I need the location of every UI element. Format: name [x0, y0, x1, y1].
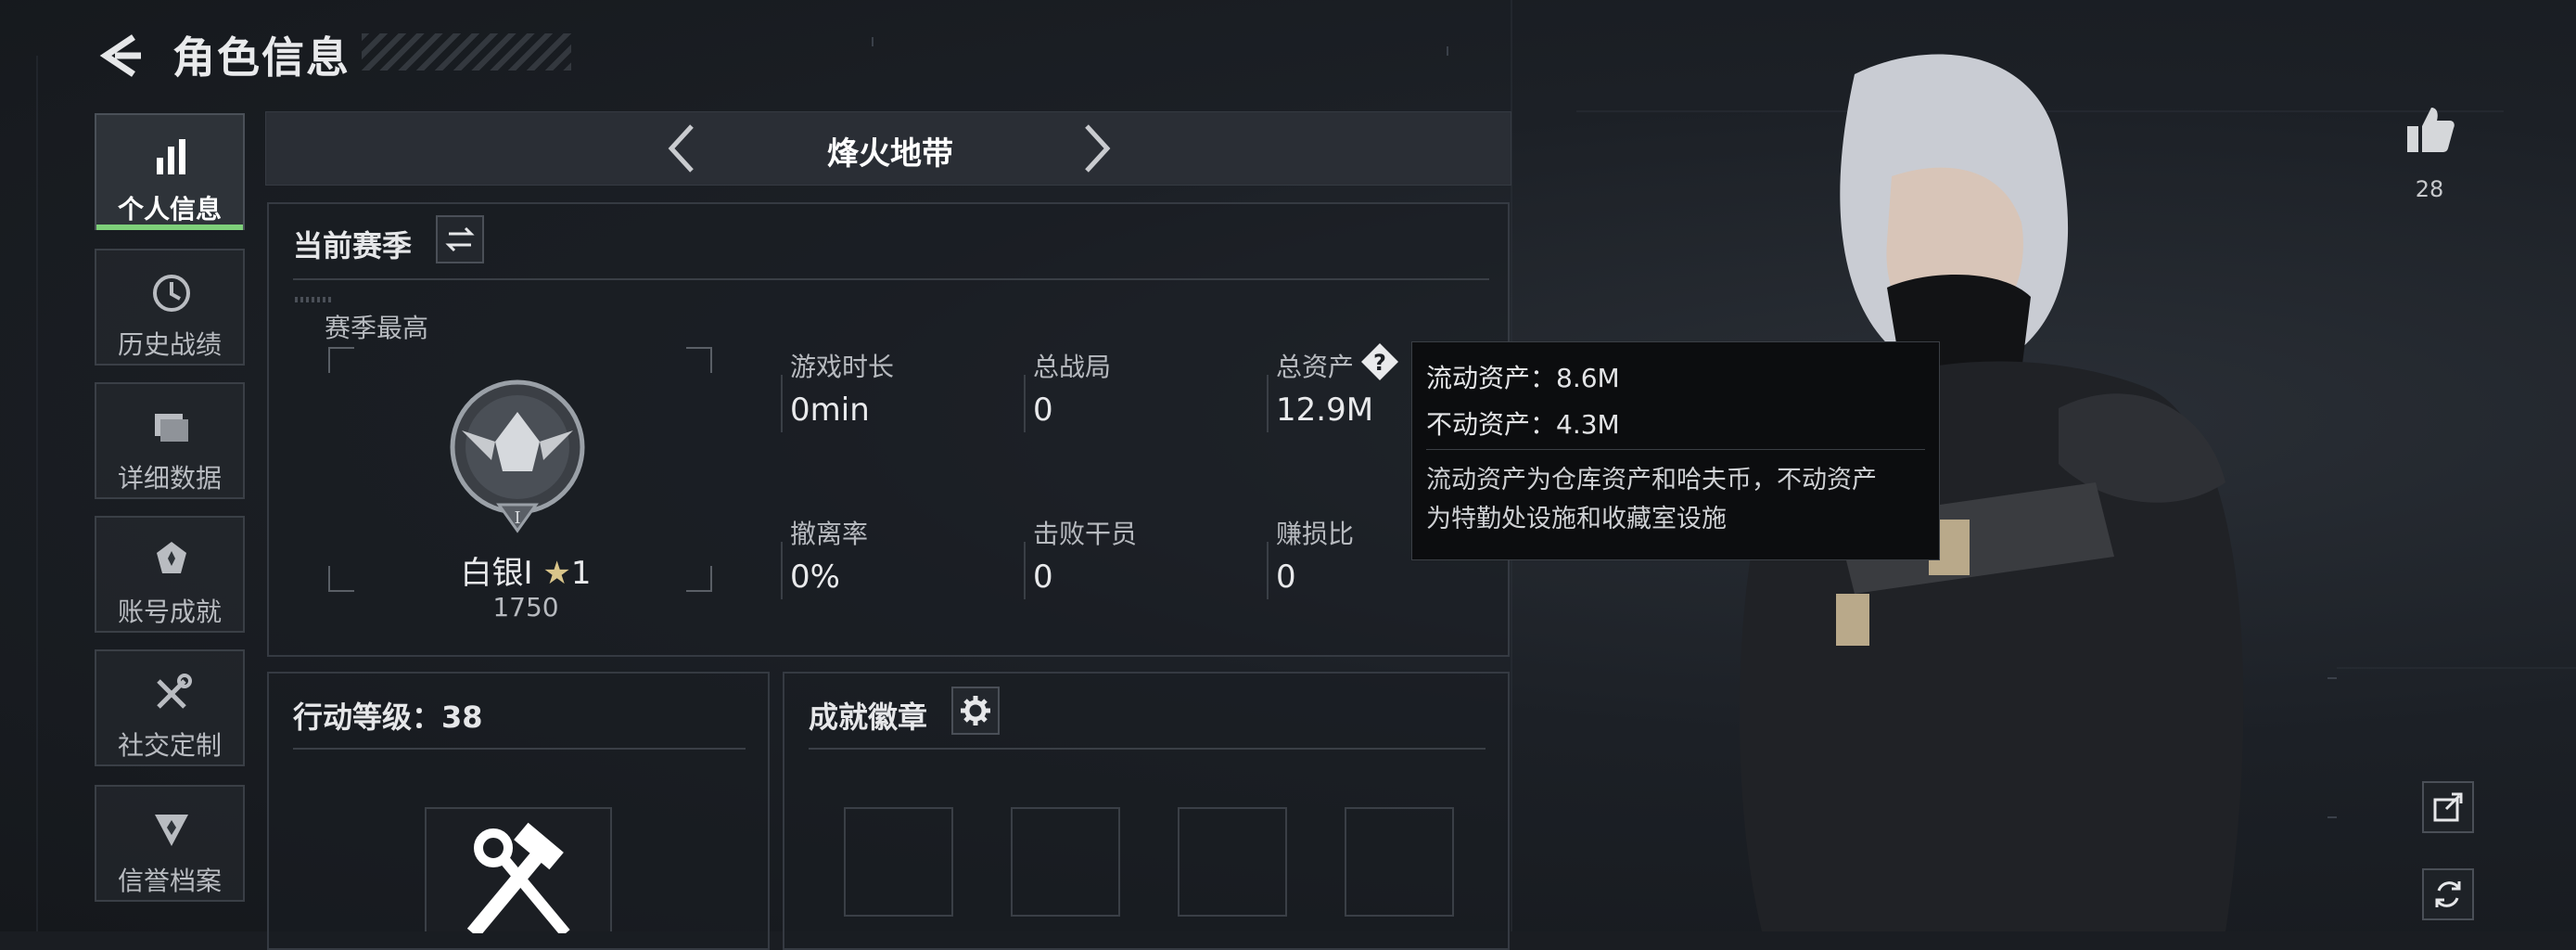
help-icon[interactable]: ?	[1359, 341, 1400, 382]
swap-icon	[445, 226, 475, 252]
stat-value: 12.9M	[1276, 392, 1374, 429]
bar-chart-icon	[157, 139, 185, 174]
sidebar-item-label: 社交定制	[117, 730, 222, 761]
action-level-icon-frame	[425, 807, 612, 939]
frame-corner	[686, 347, 712, 373]
title-decoration	[362, 33, 571, 71]
stat-label: 总资产	[1276, 352, 1355, 382]
sidebar-item-personal-info[interactable]: 个人信息	[95, 113, 245, 230]
frame-corner	[328, 347, 354, 373]
sidebar-item-history[interactable]: 历史战绩	[95, 249, 245, 366]
sidebar-item-label: 账号成就	[117, 597, 222, 627]
stat-value: 0	[1276, 558, 1296, 596]
rank-stars: 1	[570, 555, 592, 592]
stat-value: 0min	[790, 392, 870, 429]
tooltip-fixed-assets: 不动资产：4.3M	[1426, 409, 1620, 440]
tools-icon	[157, 674, 192, 709]
badge-slot[interactable]	[844, 807, 953, 917]
stat-rule	[1024, 542, 1026, 599]
refresh-button[interactable]	[2422, 868, 2474, 920]
hammer-wrench-icon	[466, 822, 570, 939]
badge-slot[interactable]	[1345, 807, 1454, 917]
section-divider	[809, 748, 1486, 750]
stat-value: 0%	[790, 558, 840, 596]
refresh-icon	[2435, 881, 2461, 907]
season-best-label: 赛季最高	[325, 313, 429, 343]
stat-rule	[1267, 375, 1269, 432]
stat-label: 赚损比	[1276, 519, 1355, 549]
tooltip-divider	[1426, 449, 1925, 450]
rank-name-row: 白银I ★1	[389, 547, 662, 593]
star-icon: ★	[542, 555, 571, 592]
stat-value: 0	[1033, 558, 1053, 596]
achievement-icon	[157, 542, 186, 573]
decor-ticks	[295, 297, 332, 302]
stat-value: 0	[1033, 392, 1053, 429]
chevron-left-icon[interactable]	[664, 121, 701, 176]
back-arrow-icon[interactable]	[93, 28, 148, 83]
sidebar-item-label: 信誉档案	[117, 866, 222, 896]
stat-rule	[781, 542, 783, 599]
sidebar-item-achievements[interactable]: 账号成就	[95, 516, 245, 633]
rank-name: 白银I	[460, 555, 533, 592]
sidebar-item-social[interactable]: 社交定制	[95, 649, 245, 766]
sidebar-item-details[interactable]: 详细数据	[95, 382, 245, 499]
stat-rule	[1024, 375, 1026, 432]
share-icon	[2433, 792, 2463, 822]
thumbs-up-icon[interactable]	[2402, 102, 2457, 158]
frame-corner	[328, 566, 354, 592]
badge-slot[interactable]	[1011, 807, 1120, 917]
stat-label: 总战局	[1033, 352, 1112, 382]
folder-icon	[155, 414, 188, 442]
stat-rule	[781, 375, 783, 432]
gear-icon	[961, 696, 990, 725]
rank-points: 1750	[492, 592, 559, 623]
active-indicator	[96, 225, 243, 230]
frame-corner	[686, 566, 712, 592]
sidebar-item-label: 个人信息	[117, 194, 222, 225]
stat-label: 游戏时长	[790, 352, 895, 382]
badges-title: 成就徽章	[809, 700, 928, 735]
season-title: 当前赛季	[293, 228, 413, 263]
shield-badge-icon	[155, 815, 188, 846]
section-divider	[293, 748, 746, 750]
page-title: 角色信息	[172, 32, 351, 83]
action-level-title: 行动等级：38	[293, 700, 483, 735]
tooltip-description-line2: 为特勤处设施和收藏室设施	[1426, 505, 1727, 533]
badge-slot[interactable]	[1178, 807, 1287, 917]
sidebar-item-label: 详细数据	[117, 463, 222, 494]
svg-text:I: I	[514, 508, 520, 528]
stat-label: 击败干员	[1033, 519, 1138, 549]
chevron-right-icon[interactable]	[1078, 121, 1115, 176]
sidebar-item-label: 历史战绩	[117, 329, 222, 360]
mode-title: 烽火地带	[827, 135, 953, 173]
switch-season-button[interactable]	[436, 215, 484, 263]
stat-label: 撤离率	[790, 519, 869, 549]
section-divider	[293, 278, 1489, 280]
clock-history-icon	[153, 275, 190, 312]
stat-rule	[1267, 542, 1269, 599]
svg-text:?: ?	[1373, 350, 1386, 376]
sidebar-item-reputation[interactable]: 信誉档案	[95, 785, 245, 902]
likes-count: 28	[2415, 176, 2444, 202]
tooltip-description-line1: 流动资产为仓库资产和哈夫币，不动资产	[1426, 466, 1877, 494]
rank-emblem-icon: I	[450, 379, 585, 533]
share-button[interactable]	[2422, 781, 2474, 833]
tooltip-liquid-assets: 流动资产：8.6M	[1426, 363, 1620, 393]
badge-settings-button[interactable]	[951, 687, 1000, 735]
